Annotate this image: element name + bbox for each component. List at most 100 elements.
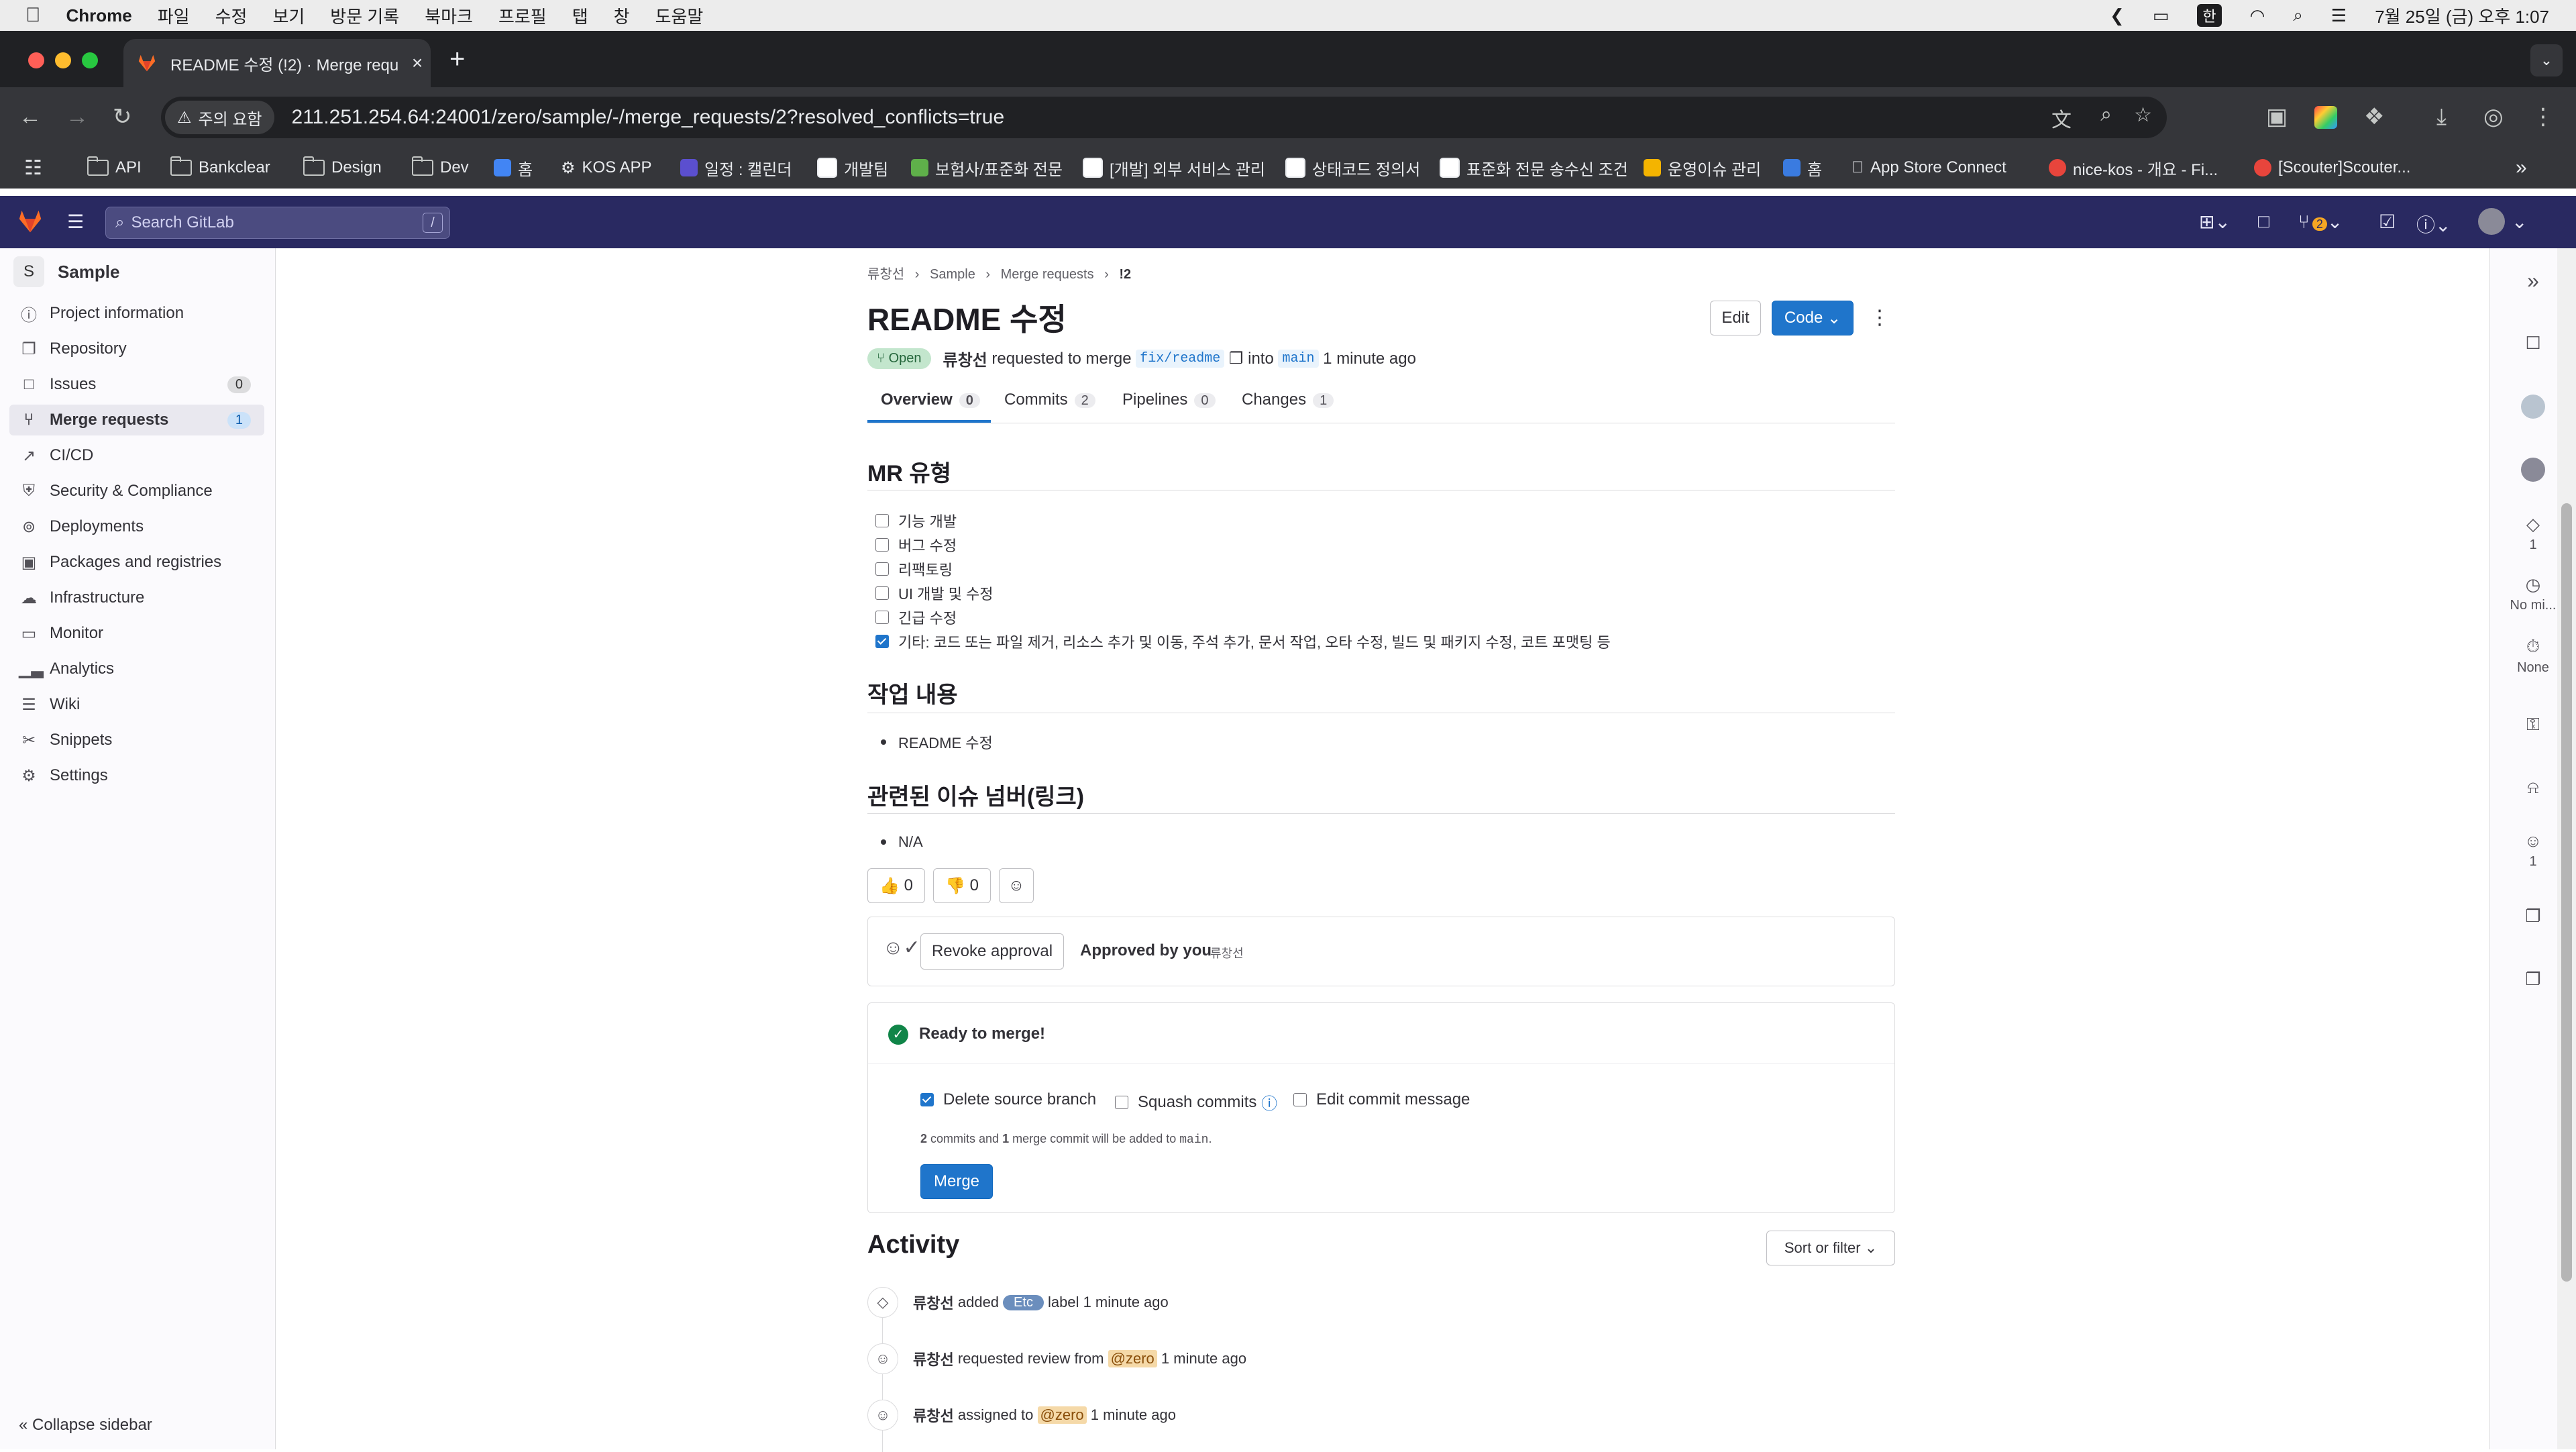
mr-author[interactable]: 류창선 <box>943 347 987 370</box>
menu-app-name[interactable]: Chrome <box>66 5 132 26</box>
help-icon[interactable]: ⓘ⌄ <box>2416 211 2451 238</box>
checkbox[interactable] <box>875 514 889 527</box>
sidebar-item-snippets[interactable]: ✂ Snippets <box>9 725 264 756</box>
control-center-icon[interactable]: ☰ <box>2331 5 2347 26</box>
close-window-button[interactable] <box>28 52 44 68</box>
checkbox[interactable] <box>875 538 889 552</box>
checkbox-checked[interactable] <box>875 635 889 648</box>
bookmark-folder-design[interactable]: Design <box>303 156 382 180</box>
sidebar-item-infrastructure[interactable]: ☁ Infrastructure <box>9 582 264 613</box>
thumbs-up-reaction-button[interactable]: 👍 0 <box>867 868 925 903</box>
bookmark-kos-app[interactable]: ⚙ KOS APP <box>561 156 652 180</box>
bookmark-star-icon[interactable]: ☆ <box>2134 103 2152 127</box>
menu-bookmarks[interactable]: 북마크 <box>425 3 473 28</box>
menu-profiles[interactable]: 프로필 <box>498 3 547 28</box>
page-scrollbar[interactable] <box>2557 248 2576 1449</box>
revoke-approval-button[interactable]: Revoke approval <box>920 933 1064 970</box>
scrollbar-thumb[interactable] <box>2561 503 2572 1282</box>
sidebar-item-settings[interactable]: ⚙ Settings <box>9 760 264 791</box>
tab-pipelines[interactable]: Pipelines 0 <box>1122 391 1216 409</box>
squash-commits-checkbox[interactable]: Squash commits ⓘ <box>1115 1090 1277 1114</box>
close-tab-icon[interactable]: × <box>404 52 431 74</box>
search-input[interactable]: ⌕ Search GitLab / <box>105 207 450 239</box>
bookmark-home-2[interactable]: 홈 <box>1783 156 1822 180</box>
tab-changes[interactable]: Changes 1 <box>1242 391 1334 409</box>
avatar-chevron-down-icon[interactable]: ⌄ <box>2512 211 2527 233</box>
bookmark-external-services[interactable]: [개발] 외부 서비스 관리 <box>1083 156 1265 180</box>
menu-clock[interactable]: 7월 25일 (금) 오후 1:07 <box>2375 3 2549 28</box>
bookmark-folder-api[interactable]: API <box>87 156 142 180</box>
profile-icon[interactable]: ◎ <box>2483 103 2504 130</box>
event-user[interactable]: 류창선 <box>913 1348 954 1369</box>
sidebar-item-repository[interactable]: ❐ Repository <box>9 333 264 364</box>
bookmark-app-store-connect[interactable]: App Store Connect <box>1851 156 2006 180</box>
chrome-menu-icon[interactable]: ⋮ <box>2532 103 2555 130</box>
project-header[interactable]: S Sample <box>13 256 120 287</box>
delete-source-branch-checkbox[interactable]: Delete source branch <box>920 1090 1096 1109</box>
display-icon[interactable]: ▭ <box>2153 5 2169 26</box>
menu-help[interactable]: 도움말 <box>655 3 704 28</box>
bookmark-dev-team[interactable]: 개발팀 <box>817 156 888 180</box>
gitlab-logo-icon[interactable] <box>16 208 44 235</box>
tab-overview[interactable]: Overview 0 <box>881 391 980 409</box>
reload-icon[interactable]: ↻ <box>113 103 132 130</box>
url-text[interactable]: 211.251.254.64:24001/zero/sample/-/merge… <box>292 106 1005 129</box>
user-mention[interactable]: @zero <box>1037 1406 1087 1424</box>
new-tab-button[interactable]: + <box>449 44 465 74</box>
sidebar-item-analytics[interactable]: ▁▃ Analytics <box>9 654 264 684</box>
checkbox[interactable] <box>875 586 889 600</box>
task-checkbox-etc[interactable]: 기타: 코드 또는 파일 제거, 리소스 추가 및 이동, 주석 추가, 문서 … <box>875 631 1611 652</box>
help-circle-icon[interactable]: ⓘ <box>1261 1090 1277 1114</box>
browser-tab-active[interactable]: README 수정 (!2) · Merge requ × <box>123 39 431 87</box>
tab-commits[interactable]: Commits 2 <box>1004 391 1095 409</box>
collapse-sidebar-button[interactable]: « Collapse sidebar <box>19 1416 152 1435</box>
bookmark-ops-issues[interactable]: 운영이슈 관리 <box>1644 156 1761 180</box>
task-checkbox-feature[interactable]: 기능 개발 <box>875 510 957 531</box>
event-user[interactable]: 류창선 <box>913 1404 954 1426</box>
menu-file[interactable]: 파일 <box>158 3 190 28</box>
menu-window[interactable]: 창 <box>614 3 630 28</box>
add-reaction-smiley-icon[interactable]: ☺ <box>999 868 1034 903</box>
breadcrumb-user[interactable]: 류창선 <box>867 267 904 282</box>
user-avatar[interactable] <box>2478 208 2505 235</box>
minimize-window-button[interactable] <box>55 52 71 68</box>
more-bookmarks-icon[interactable]: » <box>2516 156 2527 180</box>
bookmark-insurer[interactable]: 보험사/표준화 전문 <box>911 156 1063 180</box>
issues-icon[interactable]: □ <box>2258 211 2269 232</box>
sidebar-item-packages-registries[interactable]: ▣ Packages and registries <box>9 547 264 578</box>
screenshot-camera-icon[interactable]: ▣ <box>2266 103 2288 130</box>
todo-icon[interactable]: ☑ <box>2379 211 2396 233</box>
bookmark-standard-conditions[interactable]: 표준화 전문 송수신 조건 <box>1440 156 1628 180</box>
extensions-puzzle-icon[interactable]: ❖ <box>2364 103 2384 130</box>
wifi-icon[interactable]: ◠ <box>2250 5 2265 26</box>
breadcrumb-project[interactable]: Sample <box>930 267 975 282</box>
sidebar-item-deployments[interactable]: ⊚ Deployments <box>9 511 264 542</box>
menu-view[interactable]: 보기 <box>272 3 305 28</box>
event-user[interactable]: 류창선 <box>913 1292 954 1313</box>
label-badge[interactable]: Etc <box>1003 1294 1044 1310</box>
bookmark-folder-bankclear[interactable]: Bankclear <box>170 156 270 180</box>
translate-icon[interactable]: 文 <box>2051 103 2072 133</box>
menu-history[interactable]: 방문 기록 <box>330 3 399 28</box>
sidebar-item-issues[interactable]: □ Issues 0 <box>9 369 264 400</box>
bookmark-home[interactable]: 홈 <box>494 156 533 180</box>
sidebar-item-security-compliance[interactable]: ⛨ Security & Compliance <box>9 476 264 507</box>
sidebar-item-merge-requests[interactable]: ⑂ Merge requests 1 <box>9 405 264 435</box>
tab-search-chevron-icon[interactable]: ⌄ <box>2530 44 2563 76</box>
target-branch[interactable]: main <box>1278 350 1319 368</box>
task-checkbox-refactor[interactable]: 리팩토링 <box>875 558 953 580</box>
sidebar-item-ci-cd[interactable]: ↗ CI/CD <box>9 440 264 471</box>
breadcrumb-merge-requests[interactable]: Merge requests <box>1001 267 1094 282</box>
bookmark-status-codes[interactable]: 상태코드 정의서 <box>1285 156 1420 180</box>
task-checkbox-bugfix[interactable]: 버그 수정 <box>875 534 957 556</box>
merge-requests-icon[interactable]: ⑂ 2 ⌄ <box>2298 211 2343 233</box>
back-arrow-icon[interactable]: ← <box>19 103 42 130</box>
color-picker-extension-icon[interactable] <box>2314 106 2337 129</box>
thumbs-down-reaction-button[interactable]: 👎 0 <box>933 868 991 903</box>
bookmark-calendar[interactable]: 일정 : 캘린더 <box>680 156 792 180</box>
forward-arrow-icon[interactable]: → <box>66 103 89 130</box>
edit-commit-message-checkbox[interactable]: Edit commit message <box>1293 1090 1470 1109</box>
source-branch[interactable]: fix/readme <box>1136 350 1225 368</box>
code-dropdown-button[interactable]: Code ⌄ <box>1772 301 1854 335</box>
checkbox[interactable] <box>875 562 889 576</box>
